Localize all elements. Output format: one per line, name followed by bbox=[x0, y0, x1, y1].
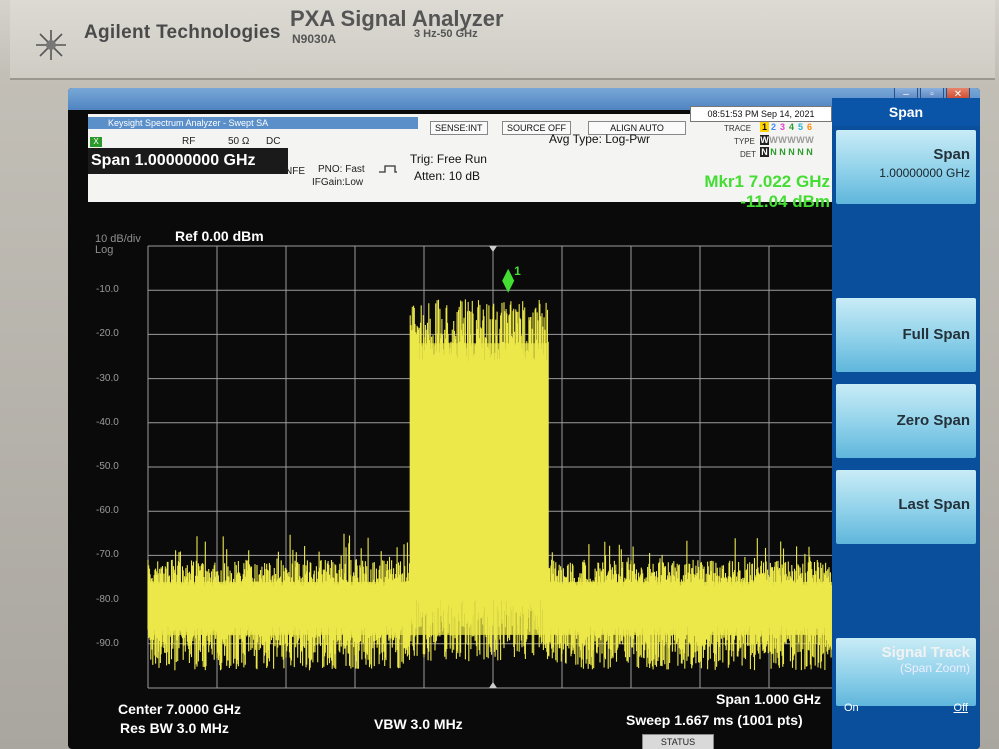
marker-1-label: 1 bbox=[514, 264, 521, 278]
span-softkey-value: 1.00000000 GHz bbox=[879, 166, 970, 180]
full-span-label: Full Span bbox=[902, 326, 971, 343]
span-softkey[interactable]: Span 1.00000000 GHz bbox=[836, 130, 976, 204]
softkey-menu-title: Span bbox=[832, 98, 980, 126]
sweep-time: Sweep 1.667 ms (1001 pts) bbox=[626, 712, 803, 728]
brand-name: Agilent Technologies bbox=[84, 22, 281, 43]
signal-band-body bbox=[410, 343, 549, 574]
signal-track-sublabel: (Span Zoom) bbox=[899, 661, 970, 675]
frequency-range: 3 Hz-50 GHz bbox=[414, 28, 478, 40]
brand-strip: Agilent Technologies PXA Signal Analyzer… bbox=[10, 0, 995, 80]
signal-track-label: Signal Track bbox=[881, 644, 970, 661]
zero-span-label: Zero Span bbox=[896, 412, 970, 429]
resolution-bandwidth: Res BW 3.0 MHz bbox=[120, 720, 229, 736]
span-softkey-label: Span bbox=[933, 146, 970, 163]
video-bandwidth: VBW 3.0 MHz bbox=[374, 716, 463, 732]
status-bar-button[interactable]: STATUS bbox=[642, 734, 714, 749]
noise-floor-band bbox=[148, 581, 838, 635]
center-tick-top bbox=[489, 246, 497, 252]
zero-span-softkey[interactable]: Zero Span bbox=[836, 384, 976, 458]
marker-1-diamond bbox=[502, 268, 515, 293]
last-span-softkey[interactable]: Last Span bbox=[836, 470, 976, 544]
center-frequency: Center 7.0000 GHz bbox=[118, 701, 241, 717]
last-span-label: Last Span bbox=[898, 496, 970, 513]
signal-track-softkey[interactable]: Signal Track (Span Zoom) On Off bbox=[836, 638, 976, 714]
analyzer-screen: – ▫ ✕ Keysight Spectrum Analyzer - Swept… bbox=[68, 88, 980, 749]
full-span-softkey[interactable]: Full Span bbox=[836, 298, 976, 372]
model-number: N9030A bbox=[292, 32, 337, 46]
spectrum-plot[interactable]: 1 bbox=[68, 88, 838, 749]
softkey-panel: Span Span 1.00000000 GHz Full Span Zero … bbox=[832, 98, 980, 749]
agilent-spark-icon bbox=[36, 30, 66, 60]
toggle-off: Off bbox=[953, 702, 968, 714]
center-tick-bottom bbox=[489, 682, 497, 688]
toggle-on: On bbox=[844, 702, 859, 714]
span-readout: Span 1.000 GHz bbox=[716, 691, 822, 707]
